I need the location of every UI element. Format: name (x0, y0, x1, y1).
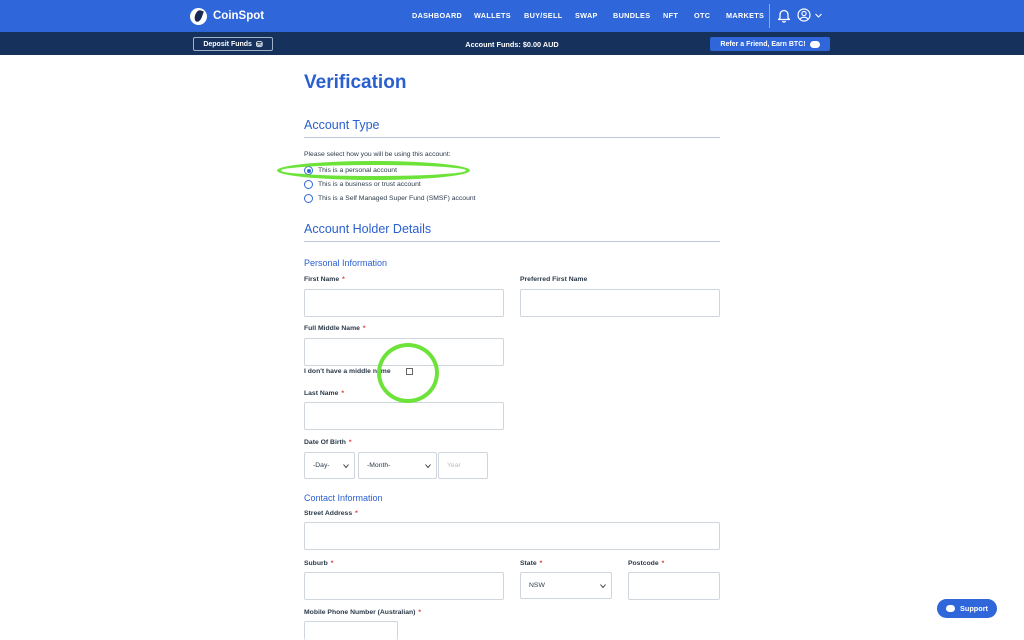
date-of-birth-label: Date Of Birth * (304, 439, 352, 446)
street-address-label: Street Address * (304, 510, 358, 517)
last-name-input[interactable] (304, 402, 504, 430)
chevron-down-icon[interactable] (814, 11, 823, 20)
top-navbar (0, 0, 1024, 32)
dob-month-value: -Month- (367, 462, 391, 469)
account-funds: Account Funds: $0.00 AUD (465, 40, 559, 49)
preferred-first-name-label: Preferred First Name (520, 276, 588, 283)
state-value: NSW (529, 582, 545, 589)
divider (304, 137, 720, 138)
radio-smsf-account[interactable]: This is a Self Managed Super Fund (SMSF)… (304, 194, 476, 203)
support-label: Support (960, 604, 988, 613)
suburb-label: Suburb * (304, 560, 334, 567)
suburb-input[interactable] (304, 572, 504, 600)
nav-bundles[interactable]: BUNDLES (613, 11, 650, 20)
page-title: Verification (304, 72, 407, 93)
first-name-input[interactable] (304, 289, 504, 317)
nav-markets[interactable]: MARKETS (726, 11, 764, 20)
dob-month-select[interactable]: -Month- (358, 452, 437, 479)
radio-button[interactable] (304, 194, 313, 203)
refer-friend-label: Refer a Friend, Earn BTC! (720, 40, 806, 48)
brand[interactable]: CoinSpot (190, 7, 264, 25)
nav-otc[interactable]: OTC (694, 11, 710, 20)
mobile-phone-input[interactable] (304, 621, 398, 640)
nav-divider (769, 4, 770, 28)
dob-day-select[interactable]: -Day- (304, 452, 355, 479)
chat-bubble-icon (946, 605, 956, 612)
chevron-down-icon (343, 464, 349, 469)
highlight-circle (377, 343, 439, 403)
bell-icon[interactable] (777, 8, 791, 23)
refer-friend-button[interactable]: Refer a Friend, Earn BTC! (710, 37, 830, 51)
radio-label: This is a Self Managed Super Fund (SMSF)… (318, 195, 476, 202)
dob-day-value: -Day- (313, 462, 330, 469)
radio-label: This is a business or trust account (318, 181, 421, 188)
postcode-input[interactable] (628, 572, 720, 600)
nav-wallets[interactable]: WALLETS (474, 11, 511, 20)
personal-information-heading: Personal Information (304, 258, 388, 268)
account-holder-heading: Account Holder Details (304, 222, 432, 236)
street-address-input[interactable] (304, 522, 720, 550)
postcode-label: Postcode * (628, 560, 665, 567)
nav-dashboard[interactable]: DASHBOARD (412, 11, 462, 20)
state-label: State * (520, 560, 543, 567)
dob-year-input[interactable]: Year (438, 452, 488, 479)
radio-business-account[interactable]: This is a business or trust account (304, 180, 421, 189)
user-icon[interactable] (797, 8, 811, 22)
preferred-first-name-input[interactable] (520, 289, 720, 317)
account-type-prompt: Please select how you will be using this… (304, 151, 451, 158)
radio-button[interactable] (304, 180, 313, 189)
state-select[interactable]: NSW (520, 572, 612, 599)
last-name-label: Last Name * (304, 390, 345, 397)
highlight-ellipse (277, 161, 470, 180)
chevron-down-icon (600, 584, 606, 589)
nav-buy-sell[interactable]: BUY/SELL (524, 11, 562, 20)
support-button[interactable]: Support (937, 599, 997, 618)
first-name-label: First Name * (304, 276, 345, 283)
account-type-heading: Account Type (304, 118, 380, 132)
brand-name: CoinSpot (213, 10, 265, 22)
nav-swap[interactable]: SWAP (575, 11, 598, 20)
nav-nft[interactable]: NFT (663, 11, 678, 20)
contact-information-heading: Contact Information (304, 493, 383, 503)
coinspot-logo-icon (190, 7, 207, 25)
middle-name-label: Full Middle Name * (304, 325, 366, 332)
divider (304, 241, 720, 242)
chevron-down-icon (425, 464, 431, 469)
dob-year-placeholder: Year (447, 462, 461, 469)
ticket-icon (809, 40, 820, 48)
mobile-phone-label: Mobile Phone Number (Australian) * (304, 609, 422, 616)
